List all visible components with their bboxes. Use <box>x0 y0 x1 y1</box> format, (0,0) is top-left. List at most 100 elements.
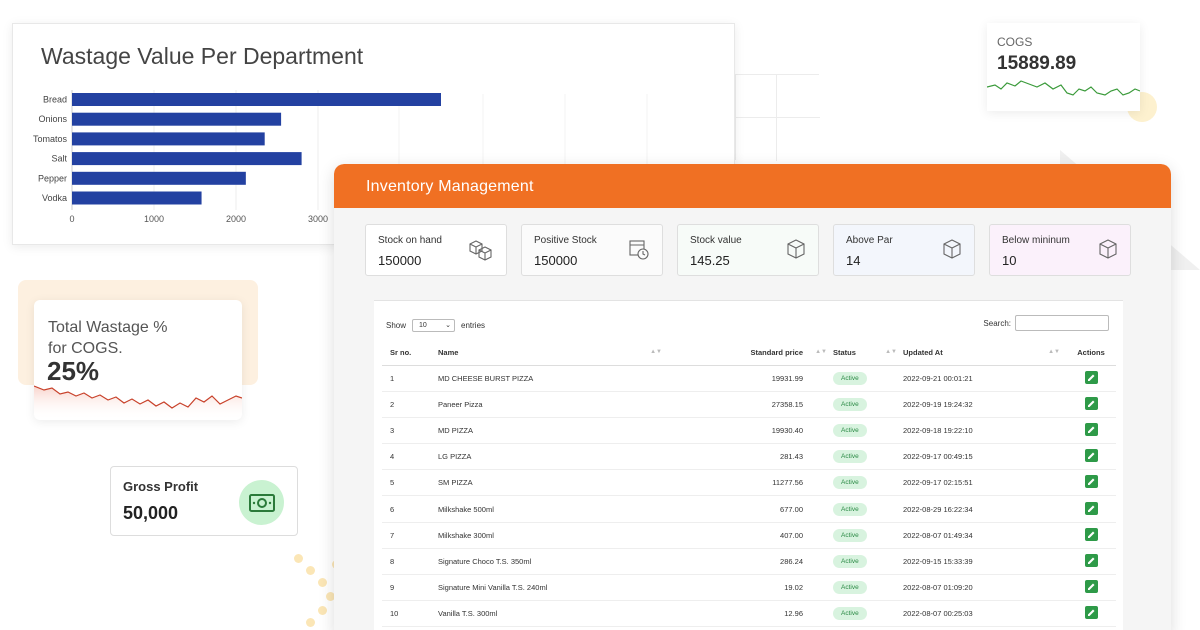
stat-label: Stock value <box>690 235 742 246</box>
bar-vodka[interactable] <box>72 191 202 205</box>
category-label: Bread <box>43 95 67 105</box>
edit-button[interactable] <box>1084 501 1098 515</box>
bar-tomatos[interactable] <box>72 132 265 146</box>
column-header-sr[interactable]: Sr no. <box>382 341 438 366</box>
table-row[interactable]: 1 MD CHEESE BURST PIZZA 19931.99 Active 2022… <box>382 365 1116 392</box>
stat-card-above-par[interactable]: Above Par 14 <box>833 224 975 276</box>
cell-sr: 7 <box>382 522 438 549</box>
stat-card-stock-value[interactable]: Stock value 145.25 <box>677 224 819 276</box>
cell-status: Active <box>833 417 903 445</box>
column-header-updated[interactable]: Updated At ▲▼ <box>903 341 1066 366</box>
cell-price: 19.02 <box>668 574 833 602</box>
edit-button[interactable] <box>1084 396 1098 410</box>
x-tick-label: 0 <box>69 214 74 224</box>
sort-icon: ▲▼ <box>1048 349 1060 355</box>
column-header-name[interactable]: Name ▲▼ <box>438 341 668 366</box>
table-header-row: Sr no. Name ▲▼ Standard price ▲▼ Status ▲▼ … <box>382 341 1116 366</box>
cell-actions <box>1066 443 1116 471</box>
x-tick-label: 3000 <box>308 214 328 224</box>
stat-card-below-minimum[interactable]: Below mininum 10 <box>989 224 1131 276</box>
cell-actions <box>1066 365 1116 392</box>
cell-actions <box>1066 469 1116 497</box>
cell-updated: 2022-09-17 00:49:15 <box>903 443 1066 471</box>
cell-updated: 2022-08-29 16:22:34 <box>903 495 1066 523</box>
inventory-table-panel: Show 10 ⌄ entries Search: Sr no. Name ▲▼ … <box>374 300 1123 630</box>
gross-profit-card: Gross Profit 50,000 <box>110 466 298 536</box>
category-label: Salt <box>51 154 67 164</box>
column-header-label: Sr no. <box>390 348 412 358</box>
stat-card-stock-on-hand[interactable]: Stock on hand 150000 <box>365 224 507 276</box>
box-icon <box>943 239 961 259</box>
pencil-icon <box>1087 531 1094 538</box>
cell-updated: 2022-08-07 01:49:34 <box>903 522 1066 549</box>
cell-actions <box>1066 548 1116 576</box>
edit-button[interactable] <box>1084 449 1098 463</box>
column-header-label: Actions <box>1077 348 1105 358</box>
table-row[interactable]: 10 Vanilla T.S. 300ml 12.96 Active 2022-08-0… <box>382 600 1116 628</box>
cell-name: Paneer Pizza <box>438 391 668 418</box>
cell-updated: 2022-08-07 00:25:03 <box>903 600 1066 628</box>
money-icon <box>239 480 284 525</box>
cogs-card: COGS 15889.89 <box>987 23 1140 111</box>
table-row[interactable]: 6 Milkshake 500ml 677.00 Active 2022-08-29 1… <box>382 495 1116 523</box>
table-row[interactable]: 4 LG PIZZA 281.43 Active 2022-09-17 00:49:15 <box>382 443 1116 471</box>
column-header-price[interactable]: Standard price ▲▼ <box>668 341 833 366</box>
cell-status: Active <box>833 574 903 602</box>
table-row[interactable]: 9 Signature Mini Vanilla T.S. 240ml 19.02 A… <box>382 574 1116 602</box>
stock-clock-icon <box>629 240 649 260</box>
entries-select[interactable]: 10 ⌄ <box>412 319 456 332</box>
pencil-icon <box>1087 583 1094 591</box>
cell-sr: 5 <box>382 469 438 497</box>
x-tick-label: 1000 <box>144 214 164 224</box>
show-label: Show <box>386 321 407 330</box>
gross-profit-label: Gross Profit <box>123 479 199 494</box>
background-grid <box>735 74 820 161</box>
pencil-icon <box>1087 374 1094 381</box>
cell-name: Signature Choco T.S. 350ml <box>438 548 668 576</box>
cell-name: Milkshake 300ml <box>438 522 668 549</box>
edit-button[interactable] <box>1084 606 1098 620</box>
column-header-status[interactable]: Status ▲▼ <box>833 341 903 366</box>
sort-icon: ▲▼ <box>885 349 897 355</box>
bar-onions[interactable] <box>72 112 282 126</box>
status-badge: Active <box>833 554 867 568</box>
pencil-icon <box>1087 452 1094 460</box>
cell-name: MD PIZZA <box>438 417 668 445</box>
edit-button[interactable] <box>1084 580 1098 594</box>
table-row[interactable]: 2 Paneer Pizza 27358.15 Active 2022-09-19 19… <box>382 391 1116 418</box>
cell-updated: 2022-09-18 19:22:10 <box>903 417 1066 445</box>
bar-salt[interactable] <box>72 152 302 166</box>
table-row[interactable]: 3 MD PIZZA 19930.40 Active 2022-09-18 19:22:… <box>382 417 1116 445</box>
edit-button[interactable] <box>1084 370 1098 384</box>
table-row[interactable]: 7 Milkshake 300ml 407.00 Active 2022-08-07 0… <box>382 522 1116 549</box>
cell-sr: 1 <box>382 365 438 392</box>
edit-button[interactable] <box>1084 475 1098 489</box>
cell-sr: 8 <box>382 548 438 576</box>
wastage-percent-card: Total Wastage % for COGS. 25% <box>34 300 242 420</box>
edit-button[interactable] <box>1084 422 1098 436</box>
table-row[interactable]: 8 Signature Choco T.S. 350ml 286.24 Active 2… <box>382 548 1116 576</box>
cell-status: Active <box>833 443 903 471</box>
table-row[interactable]: 5 SM PIZZA 11277.56 Active 2022-09-17 02:15:… <box>382 469 1116 497</box>
cell-status: Active <box>833 365 903 392</box>
stat-card-positive-stock[interactable]: Positive Stock 150000 <box>521 224 663 276</box>
status-badge: Active <box>833 476 867 490</box>
sort-icon: ▲▼ <box>650 349 662 355</box>
stat-value: 145.25 <box>690 253 730 268</box>
edit-button[interactable] <box>1084 527 1098 541</box>
inventory-table: Sr no. Name ▲▼ Standard price ▲▼ Status ▲▼ … <box>382 341 1116 628</box>
category-label: Tomatos <box>33 134 68 144</box>
pencil-icon <box>1087 609 1094 617</box>
stat-label: Positive Stock <box>534 235 597 246</box>
cell-name: LG PIZZA <box>438 443 668 471</box>
edit-button[interactable] <box>1084 553 1098 567</box>
bar-pepper[interactable] <box>72 171 246 185</box>
search-input[interactable] <box>1015 315 1109 331</box>
column-header-actions: Actions <box>1066 341 1116 366</box>
column-header-label: Name <box>438 348 459 358</box>
bar-bread[interactable] <box>72 93 441 106</box>
status-badge: Active <box>833 528 867 542</box>
cell-updated: 2022-09-19 19:24:32 <box>903 391 1066 418</box>
cell-price: 286.24 <box>668 548 833 576</box>
cell-actions <box>1066 600 1116 628</box>
